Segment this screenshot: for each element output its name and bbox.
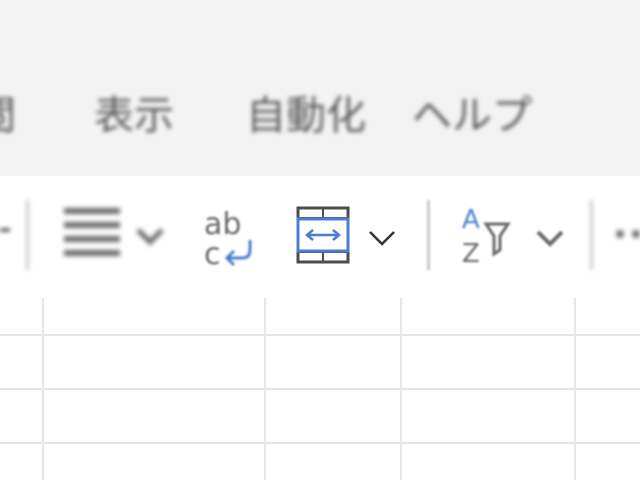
merge-center-button[interactable]	[292, 204, 404, 266]
sort-glyph-a: A	[462, 205, 480, 235]
menu-bar: 閲 表示 自動化 ヘルプ	[0, 0, 640, 176]
ribbon-separator	[26, 200, 29, 270]
wrap-text-icon: ab c	[204, 207, 252, 272]
merge-center-icon	[296, 206, 395, 264]
ribbon-separator	[427, 200, 430, 270]
spreadsheet-window: 閲 表示 自動化 ヘルプ ab c	[0, 0, 640, 480]
align-lines-icon	[64, 208, 164, 256]
wrap-glyph-bottom: c	[204, 237, 221, 268]
chevron-down-icon	[536, 230, 564, 247]
menu-tab-automate[interactable]: 自動化	[246, 88, 366, 144]
more-options-icon[interactable]	[612, 226, 640, 242]
ribbon-separator	[590, 200, 593, 270]
wrap-text-button[interactable]: ab c	[198, 204, 264, 272]
grid-column-line	[42, 298, 44, 480]
sort-glyph-z: Z	[462, 239, 480, 269]
menu-tab-partial[interactable]: 閲	[0, 88, 16, 144]
menu-tab-view[interactable]: 表示	[94, 88, 174, 144]
chevron-down-icon	[136, 228, 164, 246]
grid-row-line	[0, 388, 640, 390]
grid-row-line	[0, 442, 640, 444]
menu-tab-help[interactable]: ヘルプ	[412, 88, 532, 144]
ribbon-partial-control[interactable]	[0, 228, 10, 232]
chevron-down-icon	[369, 231, 395, 246]
grid-column-line	[400, 298, 402, 480]
spreadsheet-grid[interactable]	[0, 298, 640, 480]
sort-filter-button[interactable]: A Z	[456, 200, 570, 270]
align-dropdown-button[interactable]	[58, 200, 170, 270]
grid-row-line	[0, 334, 640, 336]
grid-column-line	[264, 298, 266, 480]
grid-column-line	[574, 298, 576, 480]
sort-filter-icon: A Z	[462, 205, 564, 269]
